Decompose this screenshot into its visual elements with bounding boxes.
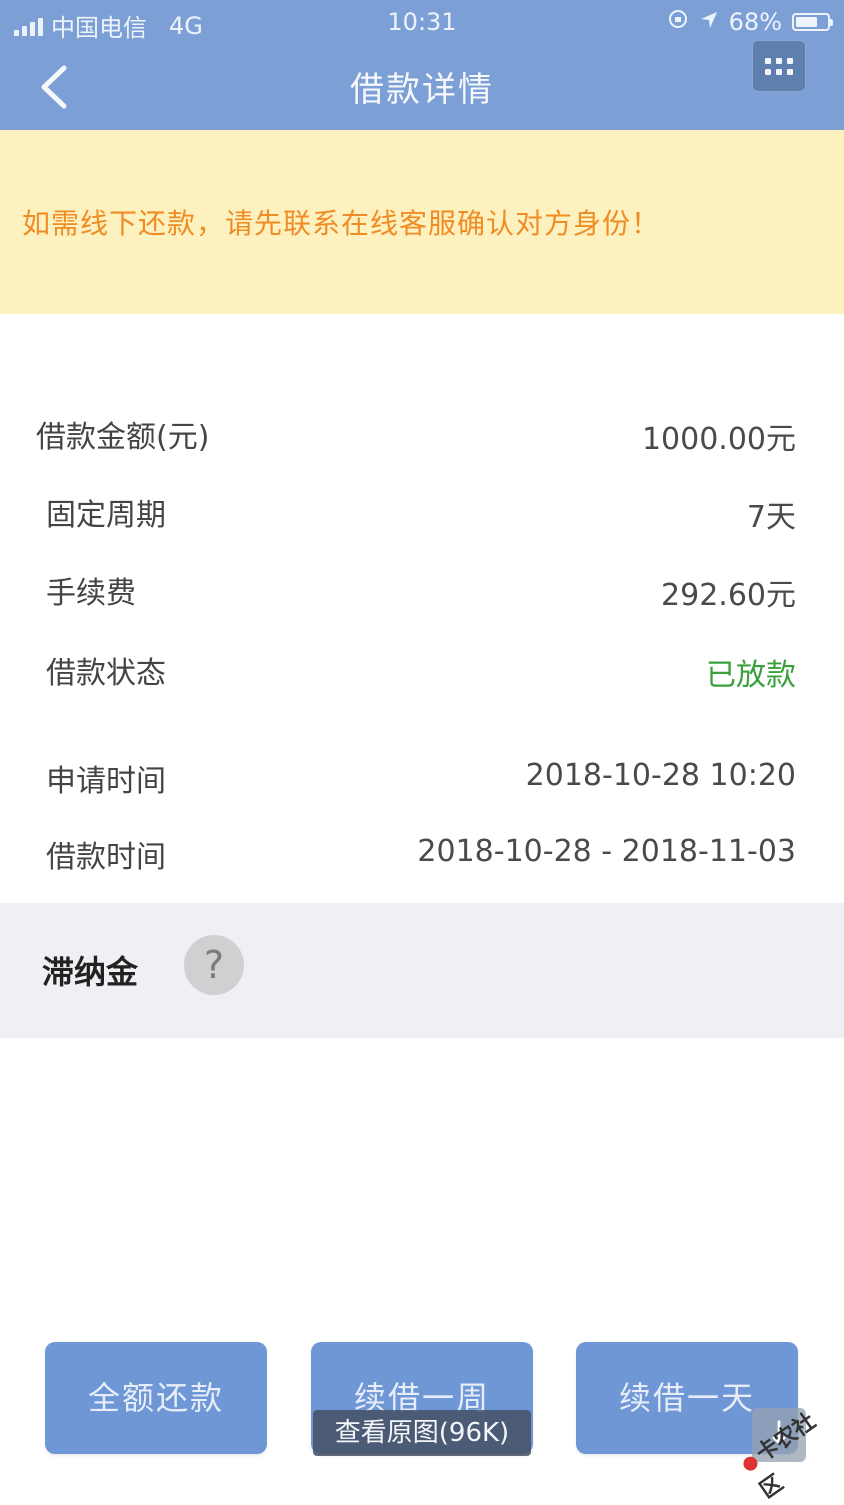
orientation-lock-icon xyxy=(667,8,689,36)
detail-value: 7天 xyxy=(746,500,796,535)
detail-label: 手续费 xyxy=(46,576,136,611)
detail-value: 2018-10-28 - 2018-11-03 xyxy=(417,834,796,869)
battery-icon xyxy=(792,13,833,31)
location-icon xyxy=(699,8,719,36)
help-icon[interactable]: ? xyxy=(184,935,244,995)
app-header: 中国电信 4G 10:31 68% 借款详情 xyxy=(0,0,844,130)
late-fee-label: 滞纳金 xyxy=(42,953,139,991)
detail-row-fee: 手续费 292.60元 xyxy=(0,558,844,618)
detail-label: 申请时间 xyxy=(46,764,166,799)
detail-value: 292.60元 xyxy=(661,578,796,613)
detail-value: 2018-10-28 10:20 xyxy=(525,758,796,793)
status-right: 68% xyxy=(667,8,833,36)
detail-row-status: 借款状态 已放款 xyxy=(0,638,844,698)
repay-full-button[interactable]: 全额还款 xyxy=(45,1342,267,1454)
logo-icon xyxy=(740,1453,761,1474)
detail-value: 1000.00元 xyxy=(641,422,796,457)
late-fee-section: 滞纳金 xyxy=(0,903,844,1038)
detail-row-loan-time: 借款时间 2018-10-28 - 2018-11-03 xyxy=(0,822,844,882)
notice-text: 如需线下还款，请先联系在线客服确认对方身份！ xyxy=(22,207,661,240)
grid-menu-icon xyxy=(765,57,771,64)
detail-label: 借款金额(元) xyxy=(36,420,210,455)
page-title: 借款详情 xyxy=(350,70,494,110)
detail-row-period: 固定周期 7天 xyxy=(0,480,844,540)
detail-label: 固定周期 xyxy=(46,498,166,533)
detail-label: 借款时间 xyxy=(46,840,166,875)
detail-row-apply-time: 申请时间 2018-10-28 10:20 xyxy=(0,746,844,806)
status-value: 已放款 xyxy=(706,658,796,693)
battery-percent: 68% xyxy=(728,8,782,36)
detail-row-amount: 借款金额(元) 1000.00元 xyxy=(0,402,844,462)
detail-label: 借款状态 xyxy=(46,656,166,691)
view-original-button[interactable]: 查看原图(96K) xyxy=(313,1410,531,1456)
grid-menu-button[interactable] xyxy=(752,40,806,92)
status-bar: 中国电信 4G 10:31 68% xyxy=(0,0,844,44)
